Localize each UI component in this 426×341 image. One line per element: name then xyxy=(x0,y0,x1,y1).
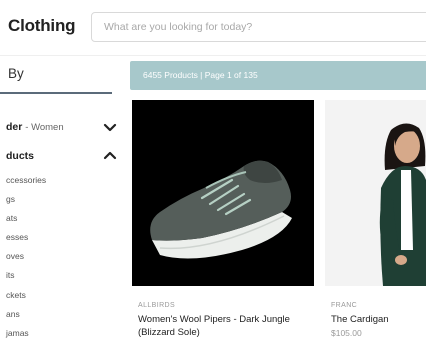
search-box[interactable] xyxy=(91,12,426,42)
product-brand: ALLBIRDS xyxy=(138,302,176,309)
product-image[interactable] xyxy=(132,100,314,286)
product-listing-page: Clothing By der - Women ducts ccessories… xyxy=(0,0,426,341)
category-item[interactable]: ccessories xyxy=(6,175,46,185)
shoe-image xyxy=(132,100,314,286)
category-item[interactable]: ats xyxy=(6,213,17,223)
brand-logo[interactable]: Clothing xyxy=(8,16,76,36)
category-item[interactable]: ans xyxy=(6,309,20,319)
category-item[interactable]: esses xyxy=(6,232,28,242)
category-item[interactable]: oves xyxy=(6,251,24,261)
search-input[interactable] xyxy=(92,13,424,41)
results-summary-bar: 6455 Products | Page 1 of 135 xyxy=(130,61,426,90)
product-card[interactable]: FRANC The Cardigan $105.00 xyxy=(325,100,426,341)
product-brand: FRANC xyxy=(331,302,358,309)
facet-gender-name: der xyxy=(6,121,23,133)
product-name[interactable]: Women's Wool Pipers - Dark Jungle (Blizz… xyxy=(138,313,314,339)
product-image[interactable] xyxy=(325,100,426,286)
category-item[interactable]: ckets xyxy=(6,290,26,300)
results-summary: 6455 Products | Page 1 of 135 xyxy=(143,70,258,80)
category-item[interactable]: gs xyxy=(6,194,15,204)
filter-title: By xyxy=(8,66,24,81)
category-item[interactable]: its xyxy=(6,270,15,280)
facet-gender-value: - Women xyxy=(25,122,64,133)
category-item[interactable]: jamas xyxy=(6,328,29,338)
chevron-down-icon[interactable] xyxy=(102,119,118,135)
header: Clothing xyxy=(0,0,426,55)
facet-products[interactable]: ducts xyxy=(0,147,118,165)
facet-products-label: ducts xyxy=(6,150,35,162)
product-price: $105.00 xyxy=(331,328,362,338)
cardigan-model-image xyxy=(325,100,426,286)
filter-divider xyxy=(0,92,112,94)
product-card[interactable]: ALLBIRDS Women's Wool Pipers - Dark Jung… xyxy=(132,100,314,341)
chevron-up-icon[interactable] xyxy=(102,148,118,164)
filter-sidebar: By der - Women ducts ccessories gs ats e… xyxy=(0,56,122,341)
facet-gender-label: der - Women xyxy=(0,121,64,133)
facet-gender[interactable]: der - Women xyxy=(0,118,118,136)
product-name[interactable]: The Cardigan xyxy=(331,313,389,326)
